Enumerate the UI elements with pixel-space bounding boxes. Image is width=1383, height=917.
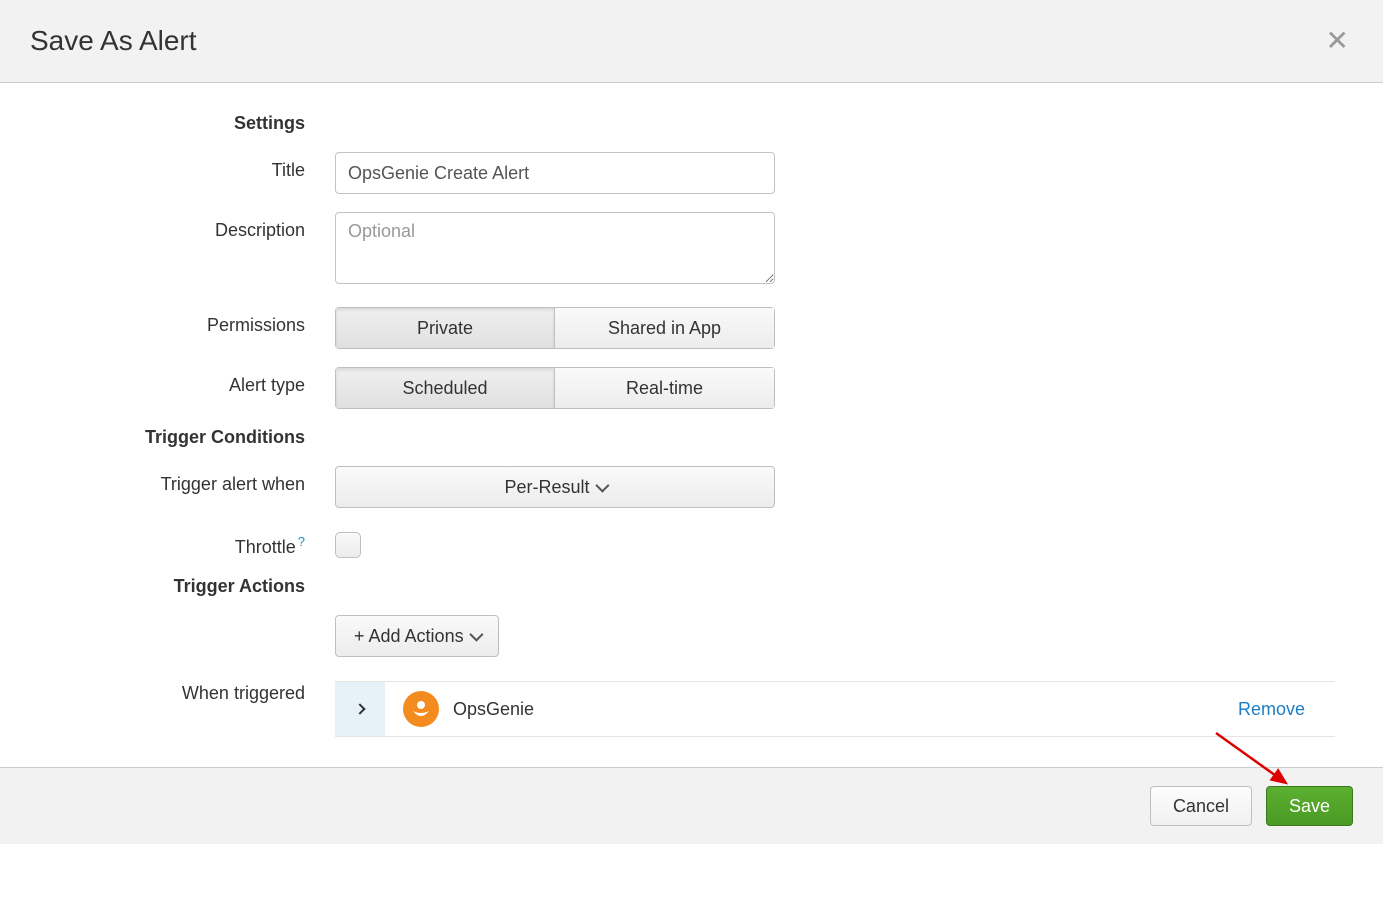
label-title: Title xyxy=(0,152,335,181)
label-when-triggered: When triggered xyxy=(0,675,335,704)
permissions-shared[interactable]: Shared in App xyxy=(555,307,775,349)
chevron-down-icon xyxy=(469,628,483,642)
chevron-right-icon xyxy=(354,703,365,714)
modal-title: Save As Alert xyxy=(30,25,197,57)
trigger-when-value: Per-Result xyxy=(504,477,589,498)
label-alert-type: Alert type xyxy=(0,367,335,396)
cancel-button[interactable]: Cancel xyxy=(1150,786,1252,826)
alert-type-realtime[interactable]: Real-time xyxy=(555,367,775,409)
modal-footer: Cancel Save xyxy=(0,767,1383,844)
action-label: OpsGenie xyxy=(453,699,1238,720)
chevron-down-icon xyxy=(595,479,609,493)
title-input[interactable] xyxy=(335,152,775,194)
action-expand-toggle[interactable] xyxy=(335,682,385,736)
action-remove-link[interactable]: Remove xyxy=(1238,699,1305,720)
close-icon[interactable]: ✕ xyxy=(1322,27,1353,55)
help-icon[interactable]: ? xyxy=(298,534,305,549)
save-button[interactable]: Save xyxy=(1266,786,1353,826)
trigger-when-dropdown[interactable]: Per-Result xyxy=(335,466,775,508)
alert-type-group: Scheduled Real-time xyxy=(335,367,775,409)
section-trigger-conditions: Trigger Conditions xyxy=(0,427,335,448)
section-trigger-actions: Trigger Actions xyxy=(0,576,335,597)
permissions-group: Private Shared in App xyxy=(335,307,775,349)
label-description: Description xyxy=(0,212,335,241)
label-permissions: Permissions xyxy=(0,307,335,336)
label-trigger-when: Trigger alert when xyxy=(0,466,335,495)
modal-body: Settings Title Description Permissions P… xyxy=(0,83,1383,767)
label-throttle: Throttle? xyxy=(0,526,335,558)
add-actions-button[interactable]: + Add Actions xyxy=(335,615,499,657)
modal-header: Save As Alert ✕ xyxy=(0,0,1383,83)
section-settings: Settings xyxy=(0,113,335,134)
throttle-checkbox[interactable] xyxy=(335,532,361,558)
description-textarea[interactable] xyxy=(335,212,775,284)
opsgenie-icon xyxy=(403,691,439,727)
permissions-private[interactable]: Private xyxy=(335,307,555,349)
alert-type-scheduled[interactable]: Scheduled xyxy=(335,367,555,409)
action-row: OpsGenie Remove xyxy=(335,681,1335,737)
